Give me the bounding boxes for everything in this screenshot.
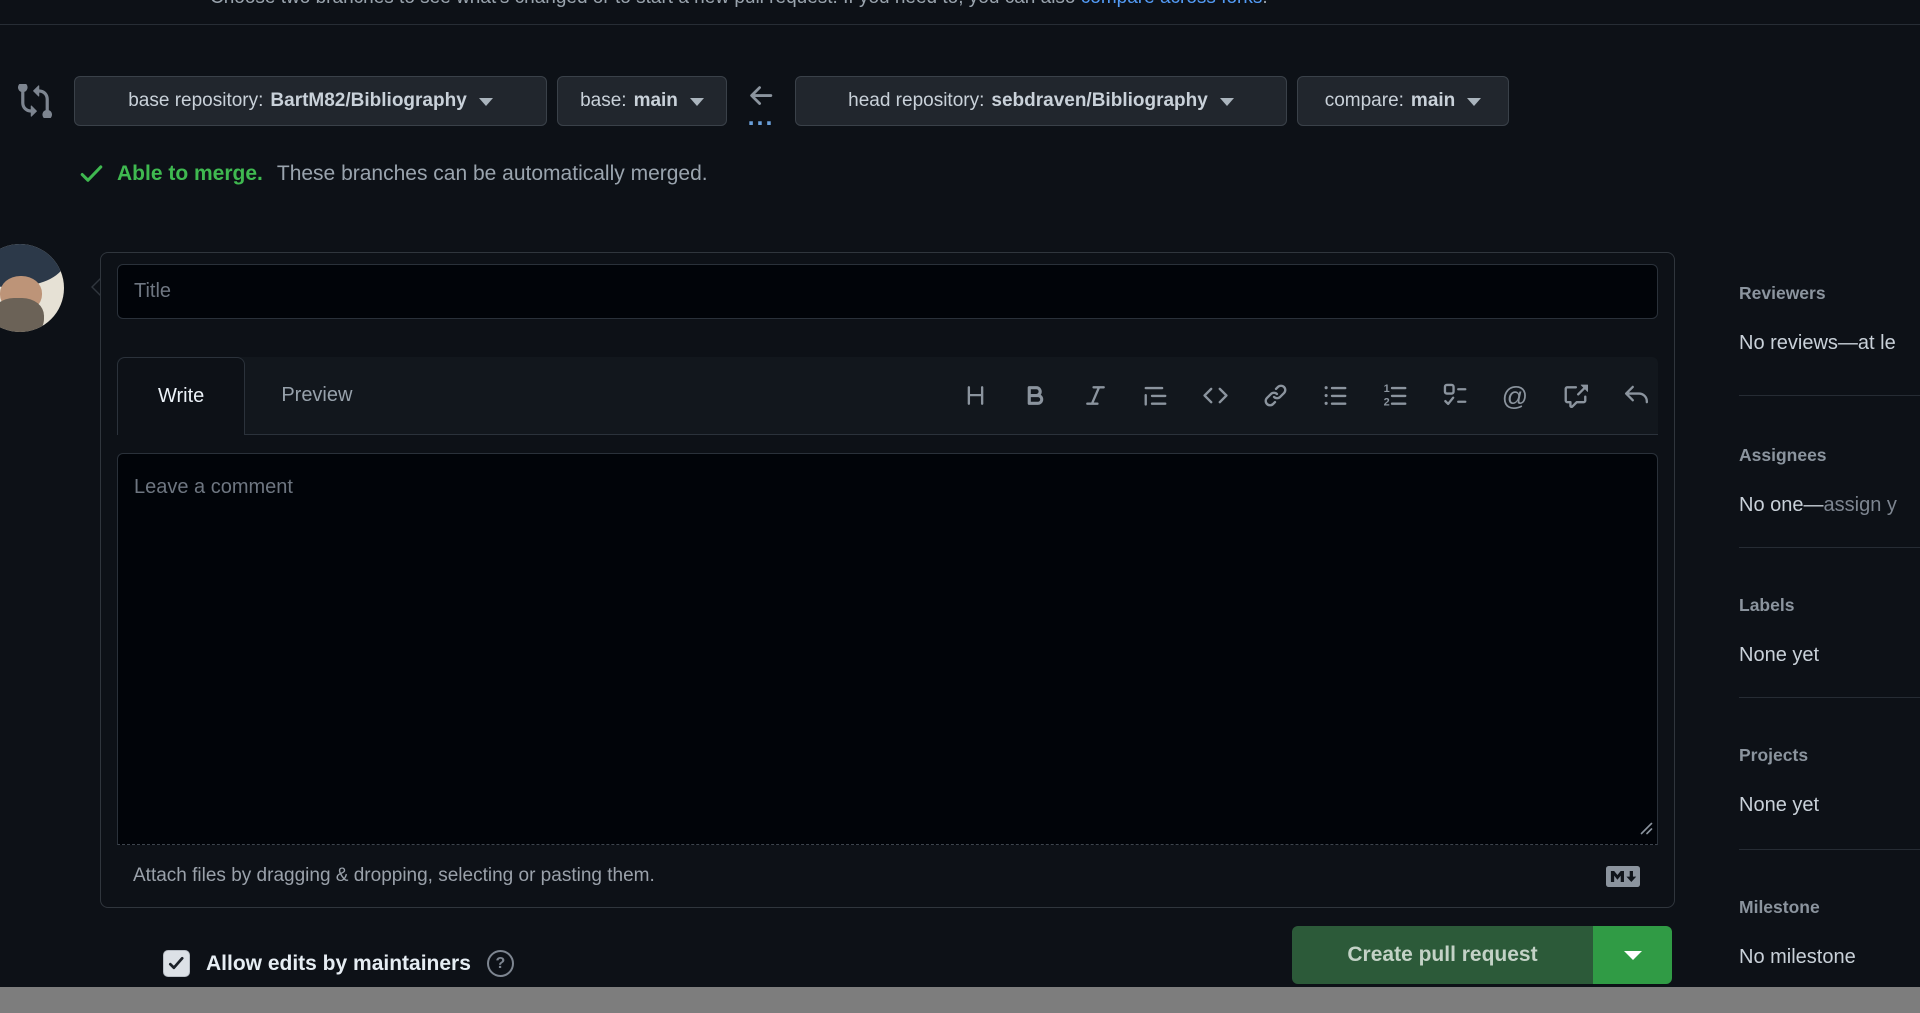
help-icon[interactable]: ? [487,950,514,977]
italic-icon[interactable] [1082,383,1108,409]
sidebar-title: Assignees [1739,445,1920,466]
tab-write[interactable]: Write [117,357,245,435]
chevron-down-icon [479,98,493,106]
chevron-down-icon [690,98,704,106]
sidebar-section-milestone: Milestone No milestone [1739,897,1920,969]
base-repository-selector[interactable]: base repository: BartM82/Bibliography [74,76,547,126]
heading-icon[interactable] [962,383,988,409]
cross-reference-icon[interactable] [1562,383,1588,409]
task-list-icon[interactable] [1442,383,1468,409]
markdown-toolbar: 12 @ [962,357,1658,434]
head-repository-selector[interactable]: head repository: sebdraven/Bibliography [795,76,1287,126]
link-icon[interactable] [1262,383,1288,409]
sidebar-section-assignees: Assignees No one—assign y [1739,445,1920,517]
editor-tab-strip: Write Preview [117,357,1658,435]
create-pull-request-split-button: Create pull request [1292,926,1672,984]
tab-preview[interactable]: Preview [245,357,388,434]
sidebar-divider [1739,547,1920,548]
diff-range-dots: ... [748,113,775,121]
check-icon [78,160,105,187]
checkmark-icon [167,954,186,973]
sidebar-section-projects: Projects None yet [1739,745,1920,817]
sidebar-title: Reviewers [1739,283,1920,304]
bottom-gray-bar [0,987,1920,1013]
attach-files-bar[interactable]: Attach files by dragging & dropping, sel… [117,845,1658,907]
user-avatar [0,244,64,332]
allow-edits-checkbox[interactable] [163,950,190,977]
merge-status: Able to merge. These branches can be aut… [78,160,708,187]
pull-request-form-card: Write Preview [100,252,1675,908]
sidebar-divider [1739,697,1920,698]
branch-picker-bar: base repository: BartM82/Bibliography ba… [18,76,1509,126]
compare-across-forks-link[interactable]: compare across forks [1081,0,1263,8]
ordered-list-icon[interactable]: 12 [1382,383,1408,409]
pr-title-input[interactable] [117,264,1658,319]
chevron-down-icon [1220,98,1234,106]
compare-branch-selector[interactable]: compare: main [1297,76,1509,126]
chevron-down-icon [1467,98,1481,106]
header-divider [0,24,1920,25]
create-pull-request-button[interactable]: Create pull request [1292,926,1593,984]
avatar-beard [0,298,44,332]
comment-textarea[interactable] [117,453,1658,845]
quote-icon[interactable] [1142,383,1168,409]
markdown-icon[interactable] [1606,866,1640,887]
sidebar-title: Projects [1739,745,1920,766]
sidebar-divider [1739,849,1920,850]
unordered-list-icon[interactable] [1322,383,1348,409]
resize-grip-icon[interactable] [1638,820,1654,836]
code-icon[interactable] [1202,383,1228,409]
mention-icon[interactable]: @ [1502,383,1528,409]
sidebar-section-reviewers: Reviewers No reviews—at le [1739,283,1920,355]
base-branch-selector[interactable]: base: main [557,76,727,126]
create-pull-request-dropdown[interactable] [1593,926,1672,984]
sidebar-title: Milestone [1739,897,1920,918]
attach-files-hint: Attach files by dragging & dropping, sel… [133,865,655,887]
clipped-header-line: Choose two branches to see what's change… [0,0,1920,11]
chevron-down-icon [1624,951,1642,960]
sidebar-divider [1739,395,1920,396]
reply-icon[interactable] [1622,383,1648,409]
merge-status-message: These branches can be automatically merg… [277,162,708,186]
merge-status-title: Able to merge. [117,162,263,186]
pr-sidebar: Reviewers No reviews—at le Assignees No … [1739,0,1920,1013]
bold-icon[interactable] [1022,383,1048,409]
sidebar-section-labels: Labels None yet [1739,595,1920,667]
svg-text:2: 2 [1383,397,1389,409]
git-compare-icon [18,84,52,118]
allow-edits-label[interactable]: Allow edits by maintainers [206,952,471,976]
sidebar-title: Labels [1739,595,1920,616]
compare-range-indicator: ... [727,81,795,121]
clipped-header-text: Choose two branches to see what's change… [210,0,1268,9]
allow-edits-row: Allow edits by maintainers ? [163,950,514,977]
svg-text:1: 1 [1383,383,1389,395]
